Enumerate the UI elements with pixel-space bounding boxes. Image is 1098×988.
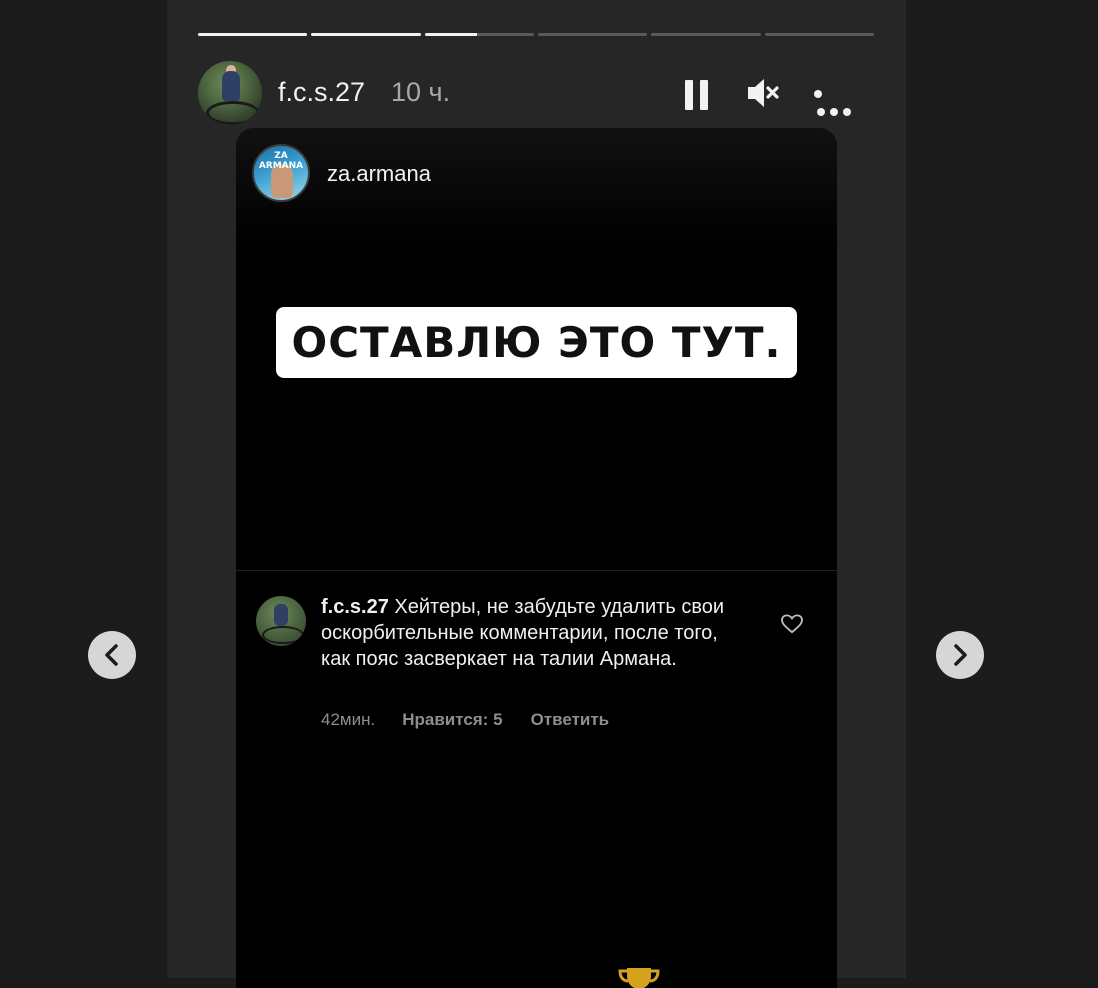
shared-post: ZA ARMANA za.armana ОСТАВЛЮ ЭТО ТУТ. f.c… <box>236 128 837 988</box>
story-progress <box>198 33 874 37</box>
progress-segment <box>424 33 534 36</box>
story-viewer: f.c.s.27 10 ч. ZA ARMANA za.armana ОСТАВ… <box>167 0 906 988</box>
more-horizontal-icon <box>814 90 851 116</box>
comment-likes[interactable]: Нравится: 5 <box>402 710 502 730</box>
avatar-logo: ZA ARMANA <box>258 151 304 171</box>
chevron-left-icon <box>105 644 118 666</box>
comment-time: 42мин. <box>321 710 376 729</box>
post-username[interactable]: za.armana <box>327 161 431 187</box>
pause-button[interactable] <box>685 72 711 114</box>
divider <box>236 570 837 571</box>
more-options-button[interactable] <box>814 72 854 116</box>
mute-button[interactable] <box>746 72 782 114</box>
chevron-right-icon <box>954 644 967 666</box>
progress-segment <box>537 33 648 36</box>
comment-avatar[interactable] <box>256 596 306 646</box>
story-time: 10 ч. <box>391 77 451 107</box>
avatar[interactable] <box>198 61 262 125</box>
comment: f.c.s.27 Хейтеры, не забудьте удалить св… <box>321 594 746 672</box>
reply-button[interactable]: Ответить <box>531 710 610 730</box>
progress-segment <box>651 33 761 36</box>
story-header: f.c.s.27 10 ч. <box>198 60 874 126</box>
comment-username[interactable]: f.c.s.27 <box>321 596 389 618</box>
post-banner-text: ОСТАВЛЮ ЭТО ТУТ. <box>276 307 797 378</box>
story-username[interactable]: f.c.s.27 <box>278 77 365 108</box>
speaker-muted-icon <box>748 79 779 107</box>
comment-meta: 42мин. Нравится: 5 Ответить <box>321 710 609 730</box>
progress-segment <box>311 33 421 36</box>
previous-story-button[interactable] <box>88 631 136 679</box>
trophy-icon <box>618 968 660 988</box>
heart-icon[interactable] <box>781 614 803 634</box>
progress-segment <box>764 33 874 36</box>
progress-segment <box>198 33 308 36</box>
post-author-avatar[interactable]: ZA ARMANA <box>252 144 310 202</box>
next-story-button[interactable] <box>936 631 984 679</box>
